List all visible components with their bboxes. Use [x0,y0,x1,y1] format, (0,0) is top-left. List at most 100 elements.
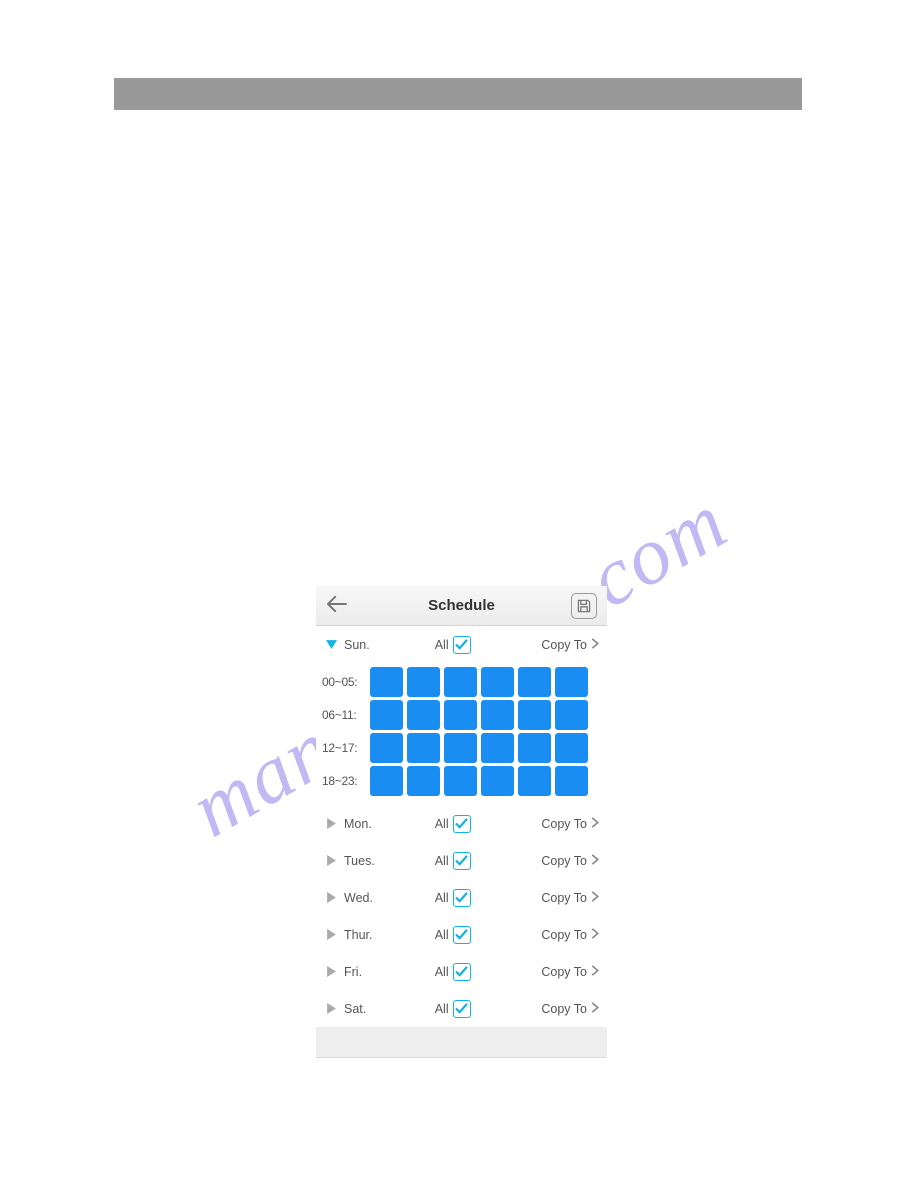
hour-grid: 00~05: 06~11: 12~17: 18~23: [316,663,607,805]
chevron-right-icon [591,638,599,649]
copy-to-label[interactable]: Copy To [541,817,587,831]
grid-row: 12~17: [322,733,601,763]
day-row-wed[interactable]: Wed. All Copy To [316,879,607,916]
copy-to-chevron[interactable] [591,638,599,652]
chevron-right-icon [591,817,599,828]
day-row-sat[interactable]: Sat. All Copy To [316,990,607,1027]
chevron-right-icon [591,965,599,976]
day-row-thur[interactable]: Thur. All Copy To [316,916,607,953]
grid-row: 18~23: [322,766,601,796]
hour-cell[interactable] [481,733,514,763]
page: manualshive.com Schedule Sun. All Copy T… [0,0,918,1188]
hour-cell[interactable] [407,766,440,796]
checkmark-icon [455,639,468,650]
all-checkbox[interactable] [453,963,471,981]
day-row-mon[interactable]: Mon. All Copy To [316,805,607,842]
triangle-right-icon [326,818,337,829]
day-label: Thur. [344,928,390,942]
all-label: All [435,854,449,868]
copy-to-chevron[interactable] [591,854,599,868]
save-button[interactable] [571,593,597,619]
triangle-right-icon [326,929,337,940]
checkmark-icon [455,966,468,977]
row-label: 12~17: [322,741,370,755]
cells [370,667,588,697]
copy-to-chevron[interactable] [591,928,599,942]
hour-cell[interactable] [370,700,403,730]
cells [370,766,588,796]
triangle-right-icon [326,966,337,977]
hour-cell[interactable] [481,766,514,796]
hour-cell[interactable] [444,700,477,730]
hour-cell[interactable] [370,667,403,697]
hour-cell[interactable] [518,766,551,796]
all-checkbox[interactable] [453,636,471,654]
back-arrow-icon [326,595,348,613]
row-label: 00~05: [322,675,370,689]
all-label: All [435,1002,449,1016]
all-label: All [435,965,449,979]
schedule-panel: Schedule Sun. All Copy To 00~05: [316,586,607,1058]
hour-cell[interactable] [481,700,514,730]
day-row-tues[interactable]: Tues. All Copy To [316,842,607,879]
copy-to-label[interactable]: Copy To [541,965,587,979]
hour-cell[interactable] [518,700,551,730]
hour-cell[interactable] [444,667,477,697]
chevron-right-icon [591,854,599,865]
copy-to-label[interactable]: Copy To [541,854,587,868]
expand-toggle[interactable] [324,1003,338,1014]
copy-to-label[interactable]: Copy To [541,638,587,652]
hour-cell[interactable] [370,766,403,796]
hour-cell[interactable] [555,700,588,730]
hour-cell[interactable] [555,733,588,763]
day-label: Sun. [344,638,390,652]
hour-cell[interactable] [444,733,477,763]
hour-cell[interactable] [518,667,551,697]
expand-toggle[interactable] [324,855,338,866]
row-label: 06~11: [322,708,370,722]
hour-cell[interactable] [407,733,440,763]
checkmark-icon [455,1003,468,1014]
copy-to-label[interactable]: Copy To [541,1002,587,1016]
all-checkbox[interactable] [453,1000,471,1018]
expand-toggle[interactable] [324,929,338,940]
hour-cell[interactable] [481,667,514,697]
hour-cell[interactable] [555,667,588,697]
all-checkbox[interactable] [453,815,471,833]
day-label: Fri. [344,965,390,979]
hour-cell[interactable] [444,766,477,796]
all-checkbox[interactable] [453,926,471,944]
hour-cell[interactable] [407,700,440,730]
back-button[interactable] [326,595,348,616]
expand-toggle[interactable] [324,892,338,903]
all-checkbox[interactable] [453,889,471,907]
hour-cell[interactable] [407,667,440,697]
triangle-down-icon [326,639,337,650]
grid-row: 06~11: [322,700,601,730]
expand-toggle[interactable] [324,818,338,829]
hour-cell[interactable] [555,766,588,796]
triangle-right-icon [326,1003,337,1014]
expand-toggle[interactable] [324,966,338,977]
copy-to-chevron[interactable] [591,1002,599,1016]
copy-to-chevron[interactable] [591,817,599,831]
hour-cell[interactable] [518,733,551,763]
day-label: Tues. [344,854,390,868]
hour-cell[interactable] [370,733,403,763]
all-checkbox[interactable] [453,852,471,870]
header-bar: Schedule [316,586,607,626]
all-label: All [435,817,449,831]
expand-toggle[interactable] [324,639,338,650]
triangle-right-icon [326,892,337,903]
chevron-right-icon [591,891,599,902]
save-icon [576,598,592,614]
day-label: Mon. [344,817,390,831]
triangle-right-icon [326,855,337,866]
copy-to-chevron[interactable] [591,965,599,979]
copy-to-label[interactable]: Copy To [541,891,587,905]
copy-to-chevron[interactable] [591,891,599,905]
day-row-fri[interactable]: Fri. All Copy To [316,953,607,990]
copy-to-label[interactable]: Copy To [541,928,587,942]
day-row-sun[interactable]: Sun. All Copy To [316,626,607,663]
row-label: 18~23: [322,774,370,788]
